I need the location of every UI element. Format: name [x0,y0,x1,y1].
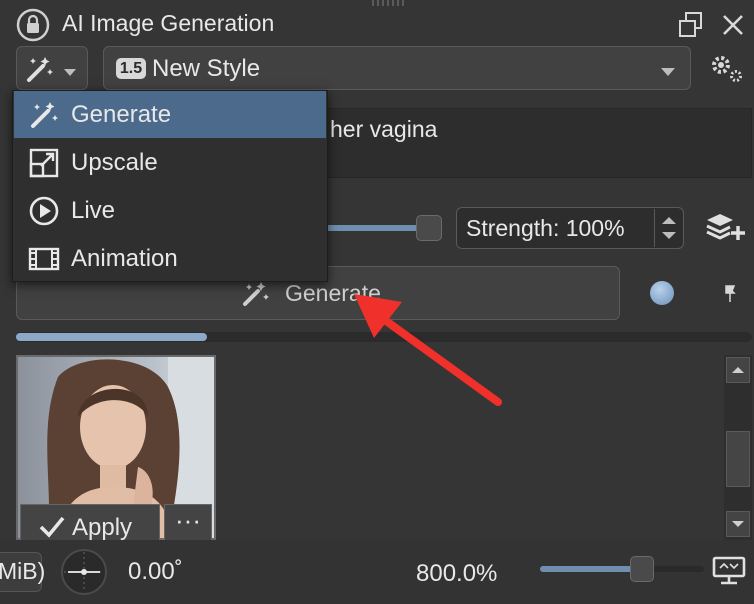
menu-item-live[interactable]: Live [14,187,326,234]
prompt-text: her vagina [330,116,438,142]
more-options-button[interactable]: ··· [164,504,212,544]
menu-item-label: Animation [71,245,178,272]
scroll-thumb[interactable] [726,431,750,487]
pin-icon[interactable] [722,282,738,309]
film-icon [28,243,60,275]
zoom-slider-handle[interactable] [630,556,654,582]
check-icon [38,514,66,543]
queue-status-indicator[interactable] [650,281,674,305]
menu-item-label: Live [71,197,116,224]
menu-item-upscale[interactable]: Upscale [14,139,326,186]
scroll-down-button[interactable] [726,511,750,537]
upscale-icon [28,147,60,179]
apply-button-label: Apply [72,514,133,541]
annotation-arrow [354,294,502,406]
float-icon[interactable] [676,10,706,40]
scroll-up-button[interactable] [726,357,750,383]
magic-wand-icon [28,99,60,131]
lock-icon[interactable] [16,8,50,42]
zoom-slider-fill [540,566,642,572]
style-select-label: New Style [152,55,261,82]
close-icon[interactable] [718,10,748,40]
strength-slider[interactable] [320,225,420,231]
drag-handle[interactable] [372,0,406,6]
zoom-level[interactable]: 800.0% [416,560,497,588]
panel-title: AI Image Generation [62,10,275,36]
magic-wand-icon [240,280,272,313]
strength-slider-handle[interactable] [416,215,442,241]
history-scrollbar[interactable] [724,355,752,540]
progress-bar-fill [16,333,207,341]
mode-menu: Generate Upscale Live Animation [12,90,328,282]
play-circle-icon [28,195,60,227]
memory-usage-text: MiB) [0,558,46,584]
magic-wand-icon [23,54,55,89]
strength-value: Strength: 100% [466,215,625,241]
style-version-badge: 1.5 [116,58,146,79]
monitor-icon[interactable] [712,556,746,591]
menu-item-label: Generate [71,101,172,128]
menu-item-generate[interactable]: Generate [14,91,326,138]
chevron-down-icon [660,64,676,82]
gear-icon[interactable] [708,52,744,89]
menu-item-label: Upscale [71,149,158,176]
chevron-down-icon [63,64,77,82]
add-control-layer-icon[interactable] [704,210,746,249]
rotation-dial-icon[interactable] [60,548,108,601]
strength-stepper[interactable] [654,209,683,247]
rotation-angle[interactable]: 0.00˚ [128,558,183,586]
mode-dropdown-button[interactable] [16,46,88,90]
menu-item-animation[interactable]: Animation [14,235,326,282]
